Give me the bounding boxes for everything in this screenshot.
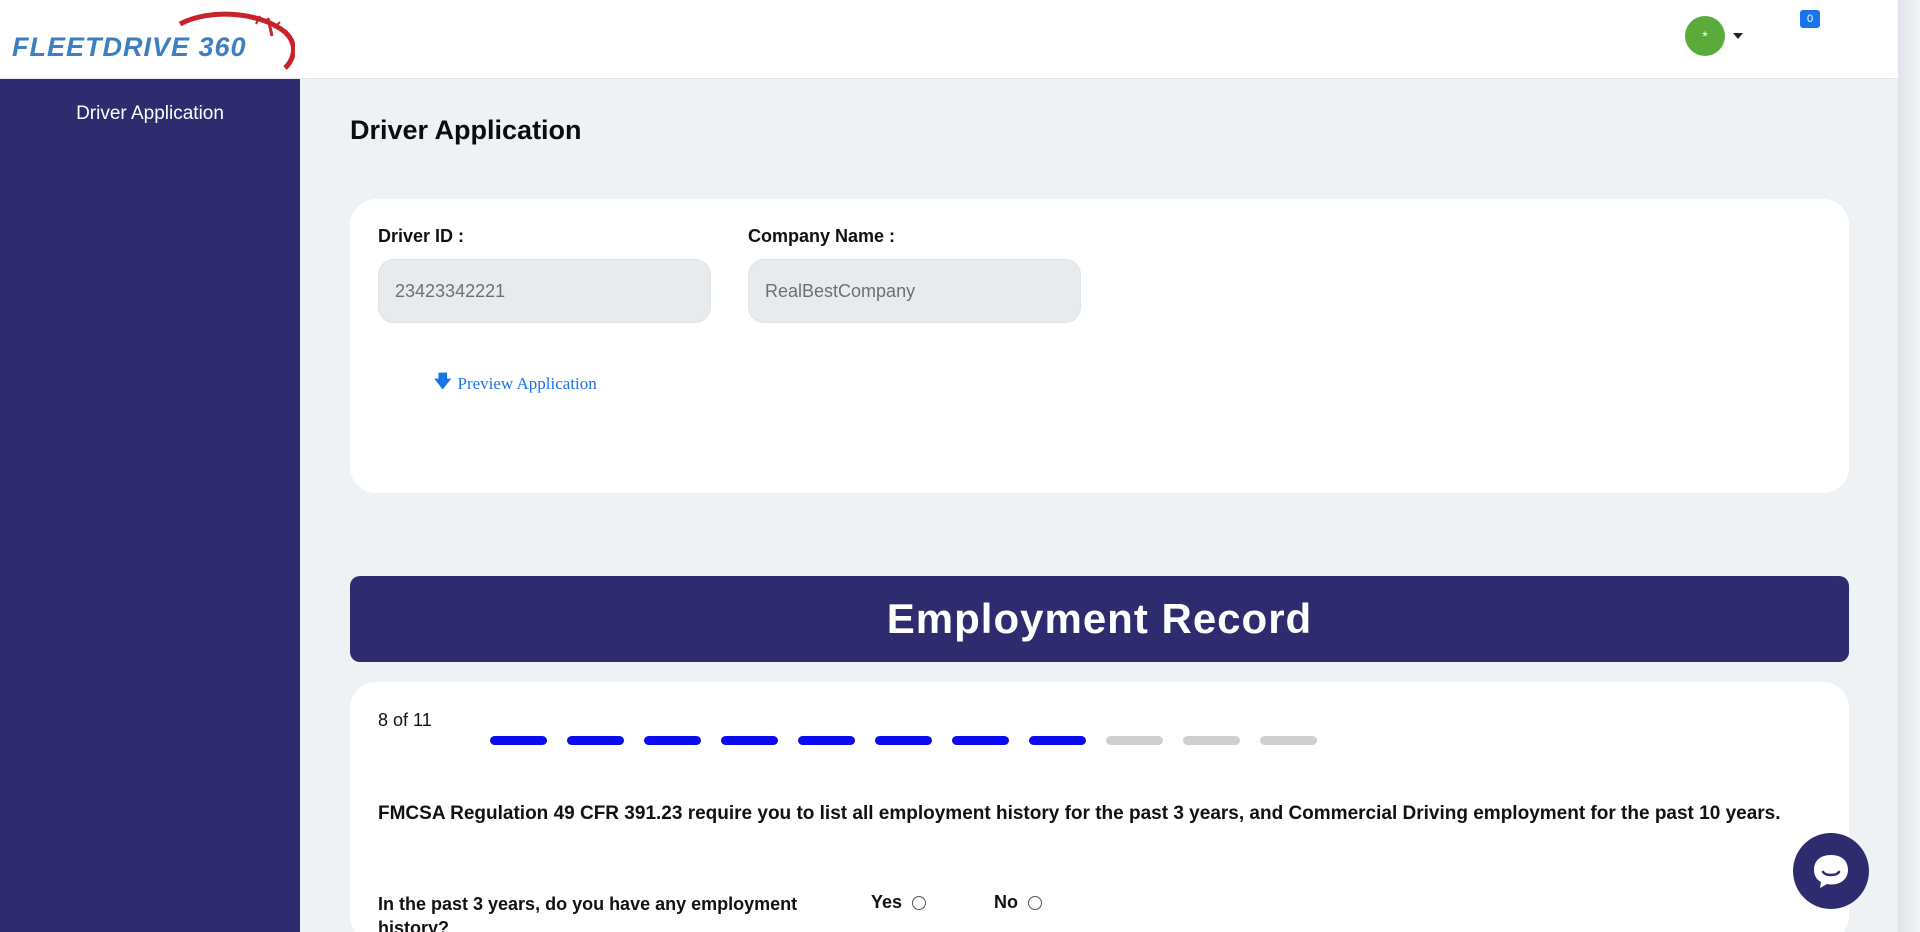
no-radio[interactable] <box>1028 895 1042 910</box>
chat-button[interactable] <box>1793 833 1869 909</box>
progress-segment <box>1029 736 1086 745</box>
sidebar-item-driver-application[interactable]: Driver Application <box>0 103 300 125</box>
preview-application-link[interactable]: 🡇 Preview Application <box>434 369 597 398</box>
progress-segment <box>490 736 547 745</box>
step-counter: 8 of 11 <box>378 710 432 730</box>
no-label: No <box>994 892 1018 912</box>
window-edge <box>1898 0 1920 932</box>
avatar-glyph: * <box>1702 28 1708 44</box>
section-banner: Employment Record <box>350 576 1849 662</box>
download-arrow-icon: 🡇 <box>434 372 452 392</box>
company-name-field[interactable] <box>748 259 1081 323</box>
svg-text:FLEETDRIVE 360: FLEETDRIVE 360 <box>12 32 247 62</box>
caret-down-icon[interactable] <box>1733 33 1743 39</box>
progress-segment <box>567 736 624 745</box>
employment-history-question: In the past 3 years, do you have any emp… <box>378 894 798 932</box>
preview-application-label: Preview Application <box>457 373 597 393</box>
yes-option[interactable]: Yes <box>871 892 927 913</box>
notification-badge[interactable]: 0 <box>1800 10 1820 28</box>
yes-label: Yes <box>871 892 903 912</box>
progress-segment <box>875 736 932 745</box>
driver-id-field[interactable] <box>378 259 711 323</box>
user-avatar[interactable]: * <box>1685 16 1725 56</box>
section-title: Employment Record <box>886 595 1313 642</box>
progress-segment <box>952 736 1009 745</box>
progress-segment <box>798 736 855 745</box>
employment-step-card: 8 of 11 FMCSA Regulation 49 CFR 391.23 r… <box>350 682 1849 932</box>
no-option[interactable]: No <box>994 892 1042 913</box>
progress-segment <box>644 736 701 745</box>
driver-id-label: Driver ID : <box>378 226 465 246</box>
sidebar: Driver Application <box>0 79 300 932</box>
page-title: Driver Application <box>350 115 582 145</box>
top-header: FLEETDRIVE 360 * 0 <box>0 0 1898 79</box>
progress-segment <box>1260 736 1317 745</box>
step-progress-bar <box>490 736 1317 745</box>
regulation-text: FMCSA Regulation 49 CFR 391.23 require y… <box>378 803 1781 824</box>
fleetdrive-logo[interactable]: FLEETDRIVE 360 <box>10 10 295 72</box>
progress-segment <box>721 736 778 745</box>
driver-info-card: Driver ID : Company Name : 🡇 Preview App… <box>350 199 1849 493</box>
progress-segment <box>1183 736 1240 745</box>
progress-segment <box>1106 736 1163 745</box>
chat-bubble-icon <box>1814 855 1848 888</box>
company-name-label: Company Name : <box>748 226 896 246</box>
yes-radio[interactable] <box>912 895 927 910</box>
